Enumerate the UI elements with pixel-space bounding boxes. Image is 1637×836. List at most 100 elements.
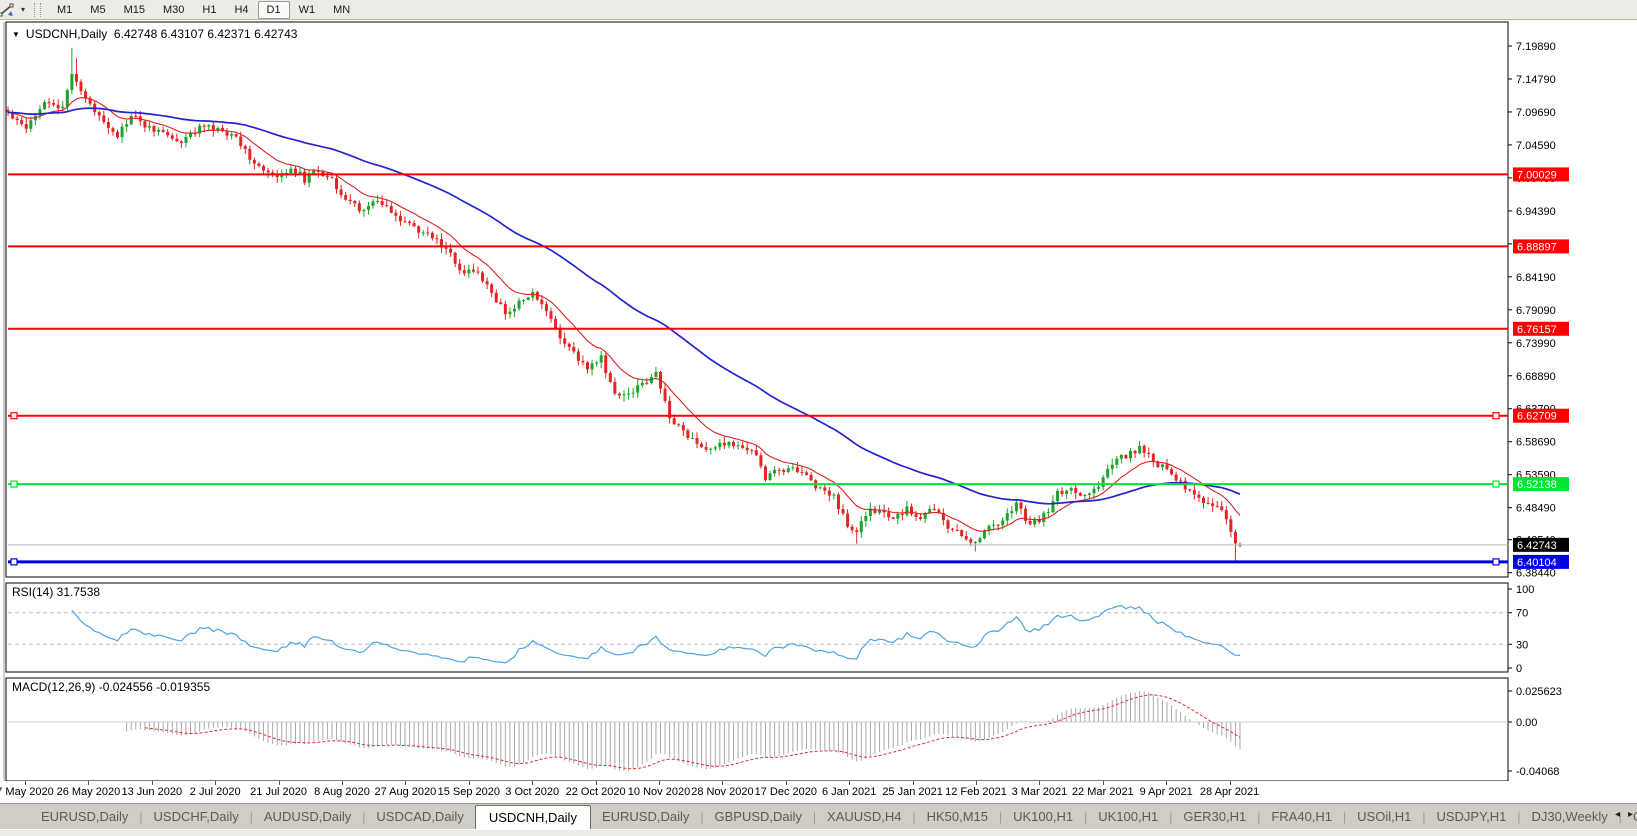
chart-tab-audusd-daily[interactable]: AUDUSD,Daily [253, 806, 362, 827]
timeframe-button-m5[interactable]: M5 [81, 1, 114, 19]
candle-body [527, 298, 530, 300]
chart-tab-eurusd-daily[interactable]: EURUSD,Daily [30, 806, 139, 827]
candle-body [504, 304, 507, 314]
date-axis[interactable]: 7 May 202026 May 202013 Jun 20202 Jul 20… [0, 781, 1637, 803]
line-handle[interactable] [11, 481, 17, 487]
candle-body [700, 444, 703, 447]
tab-scroll-right-icon[interactable]: ▸ [1628, 809, 1633, 820]
candle-body [613, 382, 616, 394]
price-tick-label: 7.09690 [1516, 107, 1556, 119]
candle-body [1129, 451, 1132, 458]
chart-canvas[interactable]: 7.198907.147907.096907.045906.994906.943… [0, 20, 1637, 803]
line-handle[interactable] [11, 413, 17, 419]
timeframe-button-h1[interactable]: H1 [193, 1, 225, 19]
tab-scroll-left-icon[interactable]: ◂ [1615, 809, 1620, 820]
candle-body [445, 247, 448, 249]
candle-body [235, 134, 238, 136]
chart-tab-usdcad-daily[interactable]: USDCAD,Daily [365, 806, 474, 827]
candle-body [29, 120, 32, 129]
candle-body [358, 203, 361, 211]
chart-tab-fra40-h1[interactable]: FRA40,H1 [1260, 806, 1343, 827]
candle-body [162, 130, 165, 132]
line-handle[interactable] [1493, 559, 1499, 565]
candle-body [591, 364, 594, 370]
candle-body [166, 132, 169, 136]
candle-body [248, 149, 251, 160]
date-tick [659, 781, 660, 785]
chart-tab-usdjpy-h1[interactable]: USDJPY,H1 [1425, 806, 1517, 827]
chart-tab-uk100-h1[interactable]: UK100,H1 [1087, 806, 1169, 827]
candle-body [842, 509, 845, 513]
candle-body [522, 300, 525, 301]
chart-tab-hk50-m15[interactable]: HK50,M15 [916, 806, 999, 827]
timeframe-button-m30[interactable]: M30 [154, 1, 193, 19]
candle-body [1065, 491, 1068, 494]
candle-body [340, 189, 343, 195]
timeframe-button-d1[interactable]: D1 [258, 1, 290, 19]
timeframe-button-mn[interactable]: MN [324, 1, 359, 19]
candle-body [586, 362, 589, 369]
rsi-panel[interactable] [6, 583, 1508, 672]
candle-body [435, 238, 438, 239]
date-label: 3 Oct 2020 [505, 786, 559, 798]
timeframe-button-w1[interactable]: W1 [290, 1, 325, 19]
candle-body [1070, 488, 1073, 491]
line-handle[interactable] [1493, 413, 1499, 419]
candle-body [125, 124, 128, 126]
chart-tab-eurusd-daily[interactable]: EURUSD,Daily [591, 806, 700, 827]
candle-body [1097, 487, 1100, 489]
chart-tab-uk100-h1[interactable]: UK100,H1 [1002, 806, 1084, 827]
chart-tab-usoil-h1[interactable]: USOil,H1 [1346, 806, 1422, 827]
candle-body [1161, 464, 1164, 467]
candle-body [1056, 491, 1059, 501]
tool-dropdown-caret-icon[interactable]: ▾ [17, 5, 29, 14]
line-handle[interactable] [11, 559, 17, 565]
rsi-tick-label: 0 [1516, 663, 1522, 675]
candle-body [960, 530, 963, 536]
candle-body [66, 90, 69, 107]
date-label: 3 Mar 2021 [1012, 786, 1068, 798]
candle-body [1211, 503, 1214, 506]
price-tick-label: 7.19890 [1516, 41, 1556, 53]
candle-body [143, 121, 146, 127]
chart-region: 7.198907.147907.096907.045906.994906.943… [0, 20, 1637, 803]
date-tick [786, 781, 787, 785]
chart-tab-dj30-weekly[interactable]: DJ30,Weekly [1520, 806, 1618, 827]
price-tick-label: 6.73990 [1516, 338, 1556, 350]
chart-tab-usdcnh-daily[interactable]: USDCNH,Daily [475, 805, 591, 830]
candle-body [887, 512, 890, 517]
main-price-panel[interactable] [6, 22, 1508, 577]
price-line-label: 6.62709 [1517, 411, 1557, 423]
date-label: 13 Jun 2020 [122, 786, 183, 798]
date-label: 2 Jul 2020 [190, 786, 241, 798]
timeframe-button-m15[interactable]: M15 [115, 1, 154, 19]
candle-body [408, 222, 411, 223]
candle-body [1115, 459, 1118, 465]
candle-body [70, 74, 73, 90]
trendline-tool-icon[interactable] [0, 2, 16, 18]
candle-body [130, 116, 133, 124]
date-tick [532, 781, 533, 785]
chart-tab-usdchf-daily[interactable]: USDCHF,Daily [143, 806, 250, 827]
candle-body [714, 447, 717, 449]
candle-body [878, 510, 881, 512]
candle-body [367, 206, 370, 210]
chart-tab-xauusd-h4[interactable]: XAUUSD,H4 [816, 806, 912, 827]
candle-body [682, 425, 685, 430]
date-label: 8 Aug 2020 [314, 786, 370, 798]
chart-tab-gbpusd-daily[interactable]: GBPUSD,Daily [703, 806, 812, 827]
timeframe-button-m1[interactable]: M1 [48, 1, 81, 19]
price-tick-label: 6.84190 [1516, 272, 1556, 284]
candle-body [499, 302, 502, 304]
toolbar-grip[interactable] [34, 3, 41, 17]
candle-body [16, 119, 19, 120]
date-tick [596, 781, 597, 785]
line-handle[interactable] [1493, 481, 1499, 487]
timeframe-button-h4[interactable]: H4 [225, 1, 257, 19]
candle-body [294, 169, 297, 174]
chart-tab-ger30-h1[interactable]: GER30,H1 [1172, 806, 1257, 827]
candle-body [1010, 511, 1013, 513]
candle-body [559, 329, 562, 338]
candle-body [549, 311, 552, 319]
price-line-label: 6.88897 [1517, 241, 1557, 253]
